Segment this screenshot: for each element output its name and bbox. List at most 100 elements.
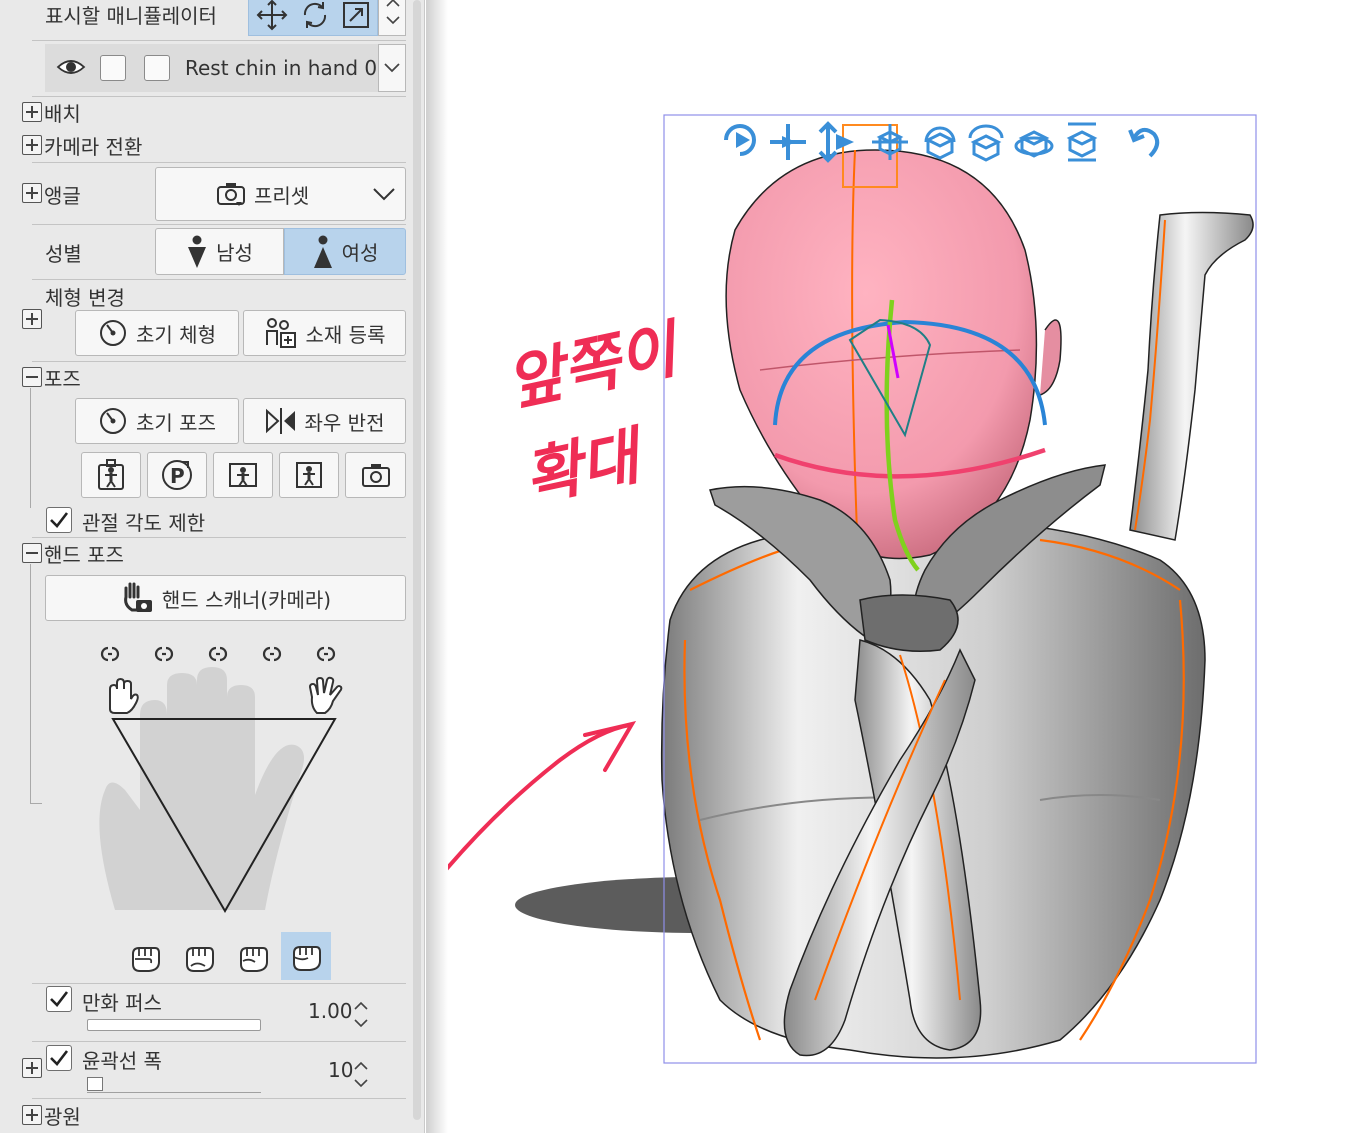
object-snap-icon[interactable] [1066,122,1098,162]
pose-tool-button-4[interactable] [279,452,339,498]
initial-body-label: 초기 체형 [136,322,216,347]
hand-preset-fist-4[interactable] [281,932,331,980]
hand-scanner-button[interactable]: 핸드 스캐너(카메라) [45,575,406,621]
manipulator-toggle-group[interactable] [248,0,378,36]
select-checkbox[interactable] [144,55,170,81]
manga-perspective-spinner[interactable] [352,1000,370,1030]
placement-expander[interactable] [22,102,42,122]
undo-icon[interactable] [1128,127,1160,158]
divider [32,224,406,225]
tree-line [30,564,31,804]
camera-switch-expander[interactable] [22,135,42,155]
gender-female-button[interactable]: 여성 [284,228,406,275]
hand-pose-label: 핸드 포즈 [44,543,124,567]
object-rotate-z-icon[interactable] [1014,130,1054,158]
camera-icon [360,461,392,489]
rotate-icon[interactable] [299,0,331,31]
object-rotate-y-icon[interactable] [968,124,1004,162]
joint-limit-label: 관절 각도 제한 [82,511,206,535]
pose-tool-button-3[interactable] [213,452,273,498]
gender-male-button[interactable]: 남성 [155,228,284,275]
hand-pose-editor[interactable] [45,625,406,925]
finger-lock-icon[interactable] [208,646,228,662]
angle-preset-dropdown[interactable]: 프리셋 [155,167,406,221]
tree-line-end [30,803,42,804]
outline-width-checkbox[interactable] [46,1045,72,1071]
hand-camera-icon [120,581,154,615]
handwritten-note-line1: 앞쪽이 [500,311,689,419]
outline-width-expander[interactable] [22,1058,42,1078]
hand-scanner-label: 핸드 스캐너(카메라) [161,587,332,612]
finger-lock-icon[interactable] [316,646,336,662]
pose-tool-button-2[interactable]: P [147,452,207,498]
body-change-label: 체형 변경 [45,286,125,310]
pose-tool-button-5[interactable] [345,452,406,498]
initial-pose-button[interactable]: 초기 포즈 [75,398,239,444]
hand-preset-fist-3[interactable] [228,934,278,980]
register-material-button[interactable]: 소재 등록 [243,310,406,356]
manga-perspective-slider[interactable] [87,1019,261,1031]
chevron-down-icon [371,182,397,206]
scale-icon[interactable] [341,0,371,30]
tree-line [30,388,31,508]
reset-dial-icon [98,406,128,436]
flip-horizontal-label: 좌우 반전 [304,410,385,435]
eye-icon[interactable] [56,56,86,78]
move-arrows-icon[interactable] [255,0,289,32]
manipulator-label: 표시할 매니퓰레이터 [45,4,217,28]
canvas-area[interactable]: 앞쪽이 확대 [448,0,1361,1133]
initial-body-button[interactable]: 초기 체형 [75,310,239,356]
pose-material-dropdown[interactable] [378,44,406,92]
panel-scrollbar[interactable] [413,0,421,1120]
female-figure-icon [312,235,334,269]
outline-width-spinner[interactable] [352,1060,370,1090]
manga-perspective-value[interactable]: 1.00 [308,999,353,1023]
raised-leg[interactable] [1129,211,1254,541]
divider [32,983,406,984]
divider [32,162,406,163]
tool-property-panel: 표시할 매니퓰레이터 Rest chin in hand 01 배치 카메라 전… [0,0,425,1133]
finger-lock-icon[interactable] [100,646,120,662]
spread-hand-icon [308,676,343,714]
hand-pose-expander[interactable] [22,543,42,563]
joint-limit-checkbox[interactable] [46,507,72,533]
camera-icon [216,181,246,207]
panel-edge-shadow [426,0,448,1133]
finger-lock-icon[interactable] [154,646,174,662]
gender-label: 성별 [45,242,82,266]
divider [32,1098,406,1099]
hand-preset-fist-2[interactable] [174,934,224,980]
light-expander[interactable] [22,1105,42,1125]
hand-preset-fist-1[interactable] [120,934,170,980]
fist-icon [181,940,217,974]
finger-lock-icon[interactable] [262,646,282,662]
pose-p-icon: P [160,458,194,492]
manga-perspective-label: 만화 퍼스 [82,991,162,1015]
handwritten-note-line2: 확대 [518,418,653,515]
divider [32,1041,406,1042]
camera-pan-icon[interactable] [770,124,806,160]
camera-rotate-icon[interactable] [724,124,756,156]
angle-expander[interactable] [22,183,42,203]
finger-lock-icons[interactable] [100,646,336,662]
object-rotate-x-icon[interactable] [924,126,956,160]
pose-material-name: Rest chin in hand 01 [185,56,390,80]
gender-female-label: 여성 [341,241,379,265]
outline-width-value[interactable]: 10 [328,1058,353,1082]
divider [32,40,406,41]
flip-horizontal-button[interactable]: 좌우 반전 [243,398,406,444]
register-material-label: 소재 등록 [305,322,386,347]
manipulator-spinner[interactable] [378,0,406,36]
reset-dial-icon [98,318,128,348]
body-change-expander[interactable] [22,309,42,329]
fist-icon [288,939,324,973]
lock-checkbox[interactable] [100,55,126,81]
angle-preset-label: 프리셋 [254,183,310,208]
camera-switch-label: 카메라 전환 [44,135,143,159]
outline-width-slider[interactable] [87,1077,261,1093]
manga-perspective-checkbox[interactable] [46,986,72,1012]
pose-tool-button-1[interactable] [81,452,141,498]
placement-label: 배치 [44,102,81,126]
pose-expander[interactable] [22,367,42,387]
divider [32,279,406,280]
